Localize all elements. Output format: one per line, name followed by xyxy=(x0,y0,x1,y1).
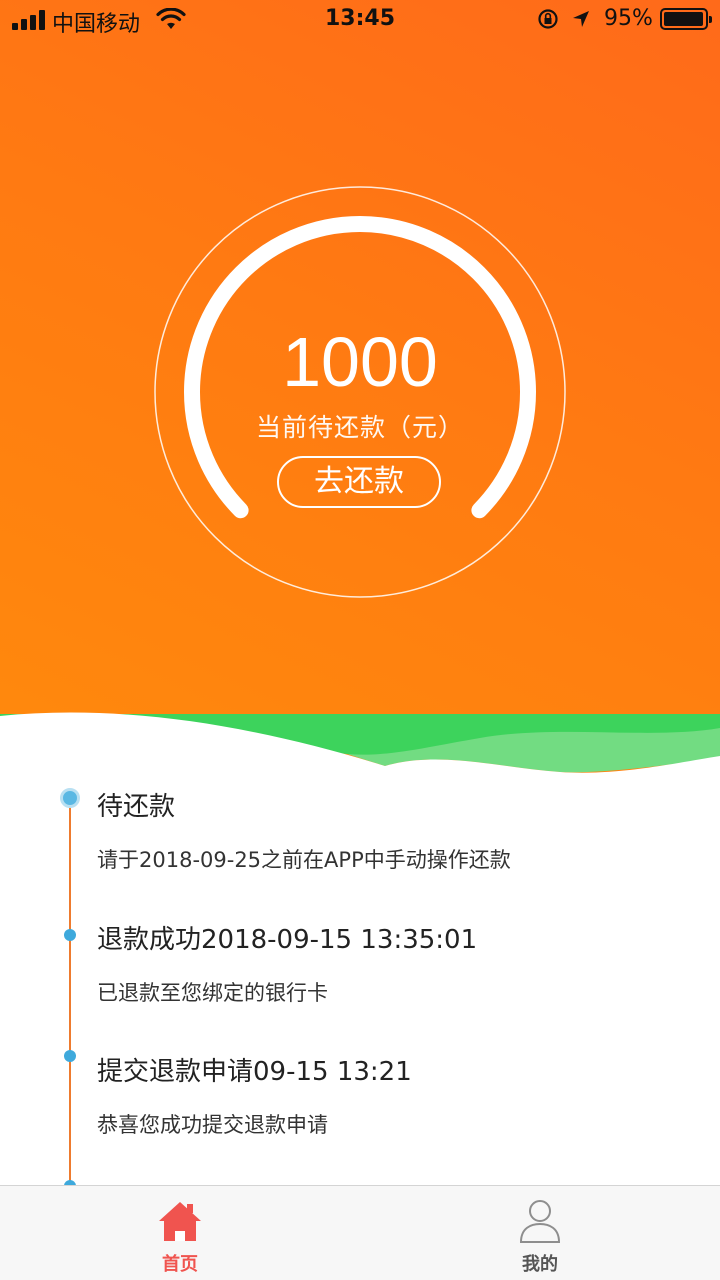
progress-timeline: 待还款 请于2018-09-25之前在APP中手动操作还款 退款成功2018-0… xyxy=(0,780,720,1185)
status-bar: 中国移动 13:45 95% xyxy=(0,0,720,40)
battery-percentage: 95% xyxy=(604,6,653,31)
repay-button[interactable]: 去还款 xyxy=(277,456,441,508)
timeline-dot xyxy=(64,1050,76,1062)
timeline-item-title: 退款成功2018-09-15 13:35:01 xyxy=(97,925,478,955)
timeline-item-desc: 请于2018-09-25之前在APP中手动操作还款 xyxy=(97,848,511,872)
wave-decoration xyxy=(0,712,720,790)
timeline-item-desc: 恭喜您成功提交退款申请 xyxy=(97,1113,328,1137)
timeline-item-title: 提交退款申请09-15 13:21 xyxy=(97,1057,412,1087)
tab-bar: 首页 我的 xyxy=(0,1185,720,1280)
tab-home[interactable]: 首页 xyxy=(0,1186,360,1280)
tab-home-label: 首页 xyxy=(162,1254,198,1275)
timeline-item-desc: 已退款至您绑定的银行卡 xyxy=(97,981,328,1005)
user-icon xyxy=(519,1200,561,1243)
pending-amount: 1000 xyxy=(282,323,438,401)
timeline-line xyxy=(69,800,71,1185)
timeline-item-title: 待还款 xyxy=(97,792,176,822)
orientation-lock-icon xyxy=(538,9,558,29)
hero-section: 中国移动 13:45 95% 1000 当前待还款（元） 去还款 xyxy=(0,0,720,780)
tab-mine[interactable]: 我的 xyxy=(360,1186,720,1280)
pending-amount-label: 当前待还款（元） xyxy=(255,413,464,442)
home-icon xyxy=(159,1202,201,1241)
location-icon xyxy=(573,11,589,27)
battery-icon xyxy=(660,8,712,30)
timeline-dot-current xyxy=(60,788,80,808)
tab-mine-label: 我的 xyxy=(522,1254,558,1275)
timeline-dot xyxy=(64,929,76,941)
